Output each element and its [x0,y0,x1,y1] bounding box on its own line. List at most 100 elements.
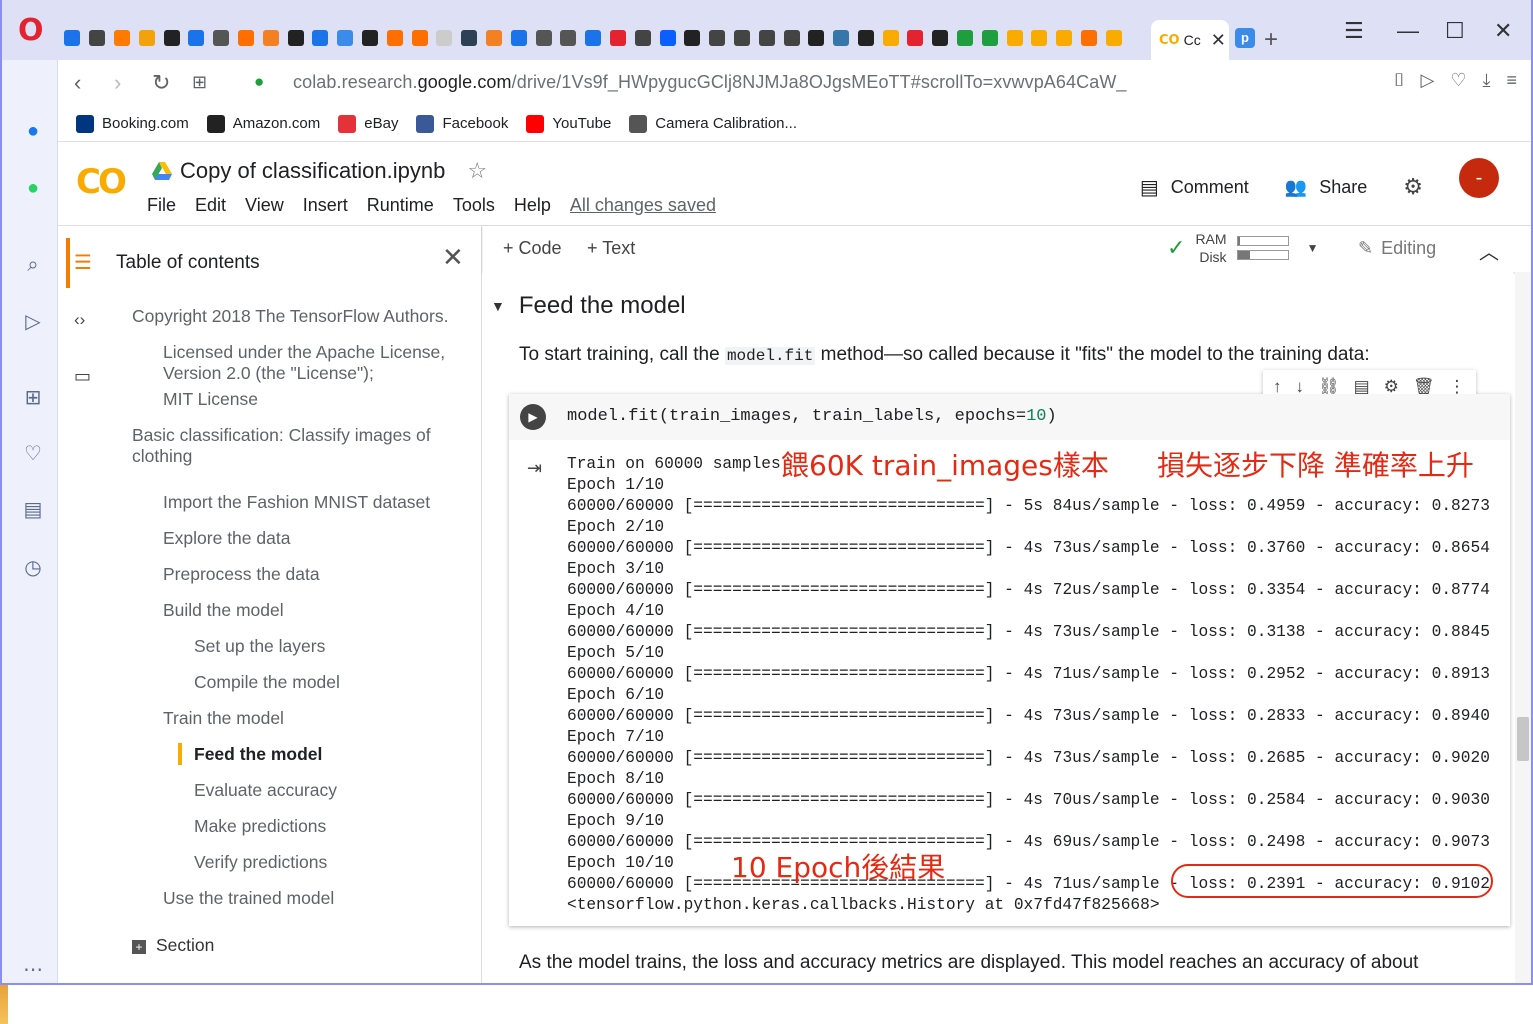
tab-favicon[interactable] [1077,26,1102,50]
menu-help[interactable]: Help [514,195,551,216]
close-window-button[interactable]: ✕ [1494,18,1512,44]
files-folder-icon[interactable]: ▭ [74,366,91,387]
comment-button[interactable]: ▤ Comment [1140,175,1249,200]
tab-favicon[interactable] [234,26,259,50]
editing-mode[interactable]: ✎ Editing [1358,238,1436,259]
tab-favicon[interactable] [804,26,829,50]
tab-favicon[interactable] [159,26,184,50]
tab-favicon[interactable] [779,26,804,50]
tab-favicon[interactable] [581,26,606,50]
back-icon[interactable]: ‹ [74,70,81,96]
tab-favicon[interactable] [60,26,85,50]
bookmark-item[interactable]: YouTube [526,114,611,133]
menu-view[interactable]: View [245,195,284,216]
download-icon[interactable]: ⤓ [1483,70,1491,91]
opera-logo[interactable]: O [18,16,48,46]
tab-favicon[interactable] [953,26,978,50]
resource-monitor[interactable]: ✓ RAM Disk ▼ [1167,230,1318,266]
notebook-title[interactable]: Copy of classification.ipynb [180,158,445,184]
new-tab-button[interactable]: + [1264,26,1278,54]
code-cell[interactable]: ↑ ↓ ⛓ ▤ ⚙ 🗑 ⋮ ▶ model.fit(train_images, … [509,370,1510,926]
scrollbar-thumb[interactable] [1517,717,1529,761]
tab-favicon[interactable] [407,26,432,50]
menu-edit[interactable]: Edit [195,195,226,216]
tab-favicon[interactable] [1052,26,1077,50]
add-section[interactable]: + Section [132,935,214,956]
menu-insert[interactable]: Insert [303,195,348,216]
tab-favicon[interactable] [283,26,308,50]
tab-favicon[interactable] [308,26,333,50]
tab-favicon[interactable] [209,26,234,50]
maximize-button[interactable]: ☐ [1445,18,1465,44]
tab-favicon[interactable] [134,26,159,50]
star-icon[interactable]: ☆ [467,158,487,184]
toc-item[interactable]: Make predictions [194,816,462,837]
tab-favicon[interactable] [110,26,135,50]
toc-item[interactable]: Basic classification: Classify images of… [132,425,462,467]
run-cell-button[interactable]: ▶ [520,404,546,430]
saved-status[interactable]: All changes saved [570,195,716,216]
whatsapp-icon[interactable]: ● [20,175,46,201]
bookmark-item[interactable]: Facebook [416,114,508,133]
tab-p-icon[interactable]: p [1235,28,1255,48]
tab-favicon[interactable] [1027,26,1052,50]
tab-favicon[interactable] [680,26,705,50]
toc-item[interactable]: Explore the data [163,528,462,549]
tab-favicon[interactable] [1101,26,1126,50]
toc-item[interactable]: Evaluate accuracy [194,780,462,801]
easy-setup-icon[interactable]: ≡ [1506,70,1517,91]
history-icon[interactable]: ◷ [20,554,46,580]
colab-logo[interactable]: CO [76,162,127,202]
tab-favicon[interactable] [333,26,358,50]
toc-item[interactable]: Build the model [163,600,462,621]
tab-favicon[interactable] [1002,26,1027,50]
toc-item[interactable]: Set up the layers [194,636,462,657]
tab-favicon[interactable] [482,26,507,50]
collapse-triangle-icon[interactable]: ▼ [491,298,505,314]
tabs-grid-icon[interactable]: ⊞ [192,72,207,93]
toc-item[interactable]: Feed the model [194,744,462,765]
tab-favicon[interactable] [531,26,556,50]
camera-icon[interactable]: ⌷ [1394,70,1405,91]
url-field[interactable]: colab.research.google.com/drive/1Vs9f_HW… [293,72,1127,93]
tab-menu-icon[interactable]: ☰ [1344,18,1364,44]
tab-favicon[interactable] [258,26,283,50]
output-icon[interactable]: ⇥ [527,458,542,479]
tab-favicon[interactable] [606,26,631,50]
speed-dial-icon[interactable]: ⊞ [20,384,46,410]
toc-item[interactable]: Licensed under the Apache License, Versi… [163,342,462,384]
reload-icon[interactable]: ↻ [152,70,170,96]
tab-favicon[interactable] [432,26,457,50]
share-button[interactable]: 👥 Share [1285,177,1367,198]
bookmark-item[interactable]: Amazon.com [206,114,320,133]
bookmark-heart-icon[interactable]: ♡ [1450,70,1466,91]
tab-favicon[interactable] [928,26,953,50]
send-icon[interactable]: ▷ [20,308,46,334]
tab-favicon[interactable] [977,26,1002,50]
tab-favicon[interactable] [506,26,531,50]
more-icon[interactable]: ⋯ [20,956,46,982]
add-code-button[interactable]: + Code [503,238,562,259]
tab-favicon[interactable] [655,26,680,50]
close-icon[interactable]: ✕ [442,242,464,273]
toc-item[interactable]: Train the model [163,708,462,729]
add-text-button[interactable]: + Text [587,238,635,259]
avatar[interactable]: - [1459,158,1499,198]
tab-favicon[interactable] [854,26,879,50]
forward-icon[interactable]: › [114,70,121,96]
scrollbar[interactable] [1515,272,1531,983]
tab-favicon[interactable] [878,26,903,50]
tab-favicon[interactable] [829,26,854,50]
tab-favicon[interactable] [630,26,655,50]
bookmark-item[interactable]: eBay [338,114,398,133]
heart-icon[interactable]: ♡ [20,440,46,466]
tab-favicon[interactable] [358,26,383,50]
code-editor[interactable]: model.fit(train_images, train_labels, ep… [567,407,1057,426]
toc-list-icon[interactable]: ☰ [74,250,92,275]
tab-favicon[interactable] [382,26,407,50]
toc-item[interactable]: Verify predictions [194,852,462,873]
bookmark-item[interactable]: Booking.com [76,114,189,133]
messenger-icon[interactable]: ● [20,118,46,144]
tab-favicon[interactable] [457,26,482,50]
cell-input[interactable]: ▶ model.fit(train_images, train_labels, … [509,394,1510,440]
